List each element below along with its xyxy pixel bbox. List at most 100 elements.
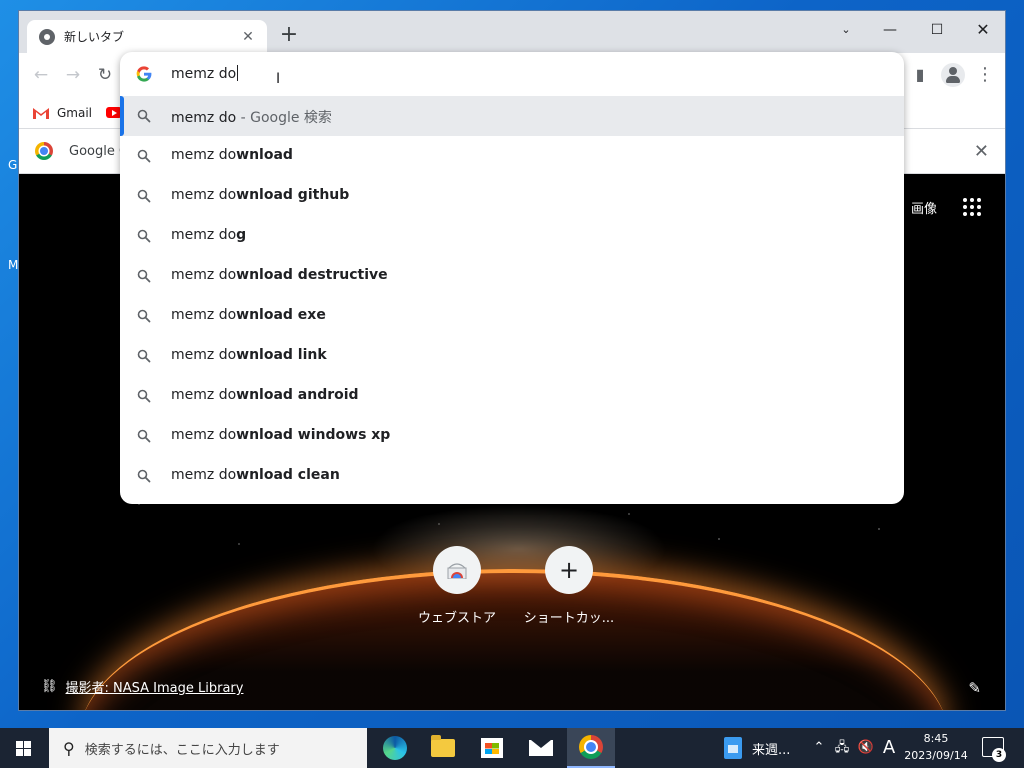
taskbar-file-explorer[interactable] [419, 728, 467, 768]
text-caret [237, 65, 239, 81]
gmail-icon [33, 107, 49, 119]
minimize-button[interactable]: — [875, 17, 905, 43]
news-icon [724, 737, 742, 759]
suggestion-completion: wnload [236, 147, 293, 163]
search-icon [137, 229, 151, 243]
search-icon [137, 429, 151, 443]
suggestion-item[interactable]: memz download [120, 136, 904, 176]
infobar-close-icon[interactable]: ✕ [974, 141, 989, 162]
omnibox-input[interactable]: memz do [171, 65, 239, 82]
shortcut-add[interactable]: + ショートカッ... [521, 546, 617, 626]
omnibox-dropdown: memz do I memz do - Google 検索 memz downlo… [120, 52, 904, 504]
search-icon [137, 269, 151, 283]
suggestion-item[interactable]: memz download github [120, 176, 904, 216]
suggestion-typed: memz do [171, 227, 237, 243]
suggestion-typed: memz do [171, 467, 237, 483]
ime-indicator[interactable]: A [880, 728, 898, 768]
maximize-button[interactable]: ☐ [922, 17, 952, 43]
reload-button[interactable]: ↻ [93, 63, 117, 87]
store-icon [481, 738, 503, 758]
omnibox-input-row[interactable]: memz do I [120, 52, 904, 96]
mouse-ibeam-cursor-icon: I [276, 71, 281, 87]
search-icon [137, 389, 151, 403]
suggestion-text: memz dog [171, 227, 246, 243]
images-link[interactable]: 画像 [911, 198, 937, 217]
news-widget[interactable]: 来週... [724, 728, 790, 768]
search-icon [137, 469, 151, 483]
suggestion-item[interactable]: memz download link [120, 336, 904, 376]
start-button[interactable] [0, 728, 48, 768]
suggestion-text: memz download clean [171, 467, 340, 483]
suggestion-completion: wnload destructive [236, 267, 388, 283]
suggestion-item[interactable]: memz download destructive [120, 256, 904, 296]
taskbar-chrome[interactable] [567, 728, 615, 768]
forward-button[interactable]: → [61, 63, 85, 87]
link-icon: ⛓ [41, 679, 58, 694]
suggestion-item[interactable]: memz download exe [120, 296, 904, 336]
suggestion-typed: memz do [171, 147, 237, 163]
suggestion-item[interactable]: memz do - Google 検索 [120, 96, 904, 136]
tab-close-icon[interactable]: ✕ [239, 29, 257, 45]
suggestion-item[interactable]: memz dog [120, 216, 904, 256]
notification-count-badge: 3 [992, 748, 1006, 762]
desktop-icon-label-fragment: G [8, 158, 18, 172]
suggestion-text: memz download exe [171, 307, 326, 323]
profile-avatar-icon[interactable] [941, 63, 965, 87]
suggestion-completion: g [236, 227, 247, 243]
close-window-button[interactable]: ✕ [968, 17, 998, 43]
suggestion-typed: memz do [171, 387, 237, 403]
more-menu-icon[interactable]: ⋮ [973, 63, 997, 87]
google-g-icon [136, 66, 152, 82]
suggestion-completion: wnload link [236, 347, 327, 363]
suggestion-text: memz download destructive [171, 267, 388, 283]
suggestion-description: - Google 検索 [236, 110, 332, 126]
add-shortcut-circle: + [545, 546, 593, 594]
suggestion-typed: memz do [171, 267, 237, 283]
shortcut-label: ショートカッ... [523, 611, 615, 626]
show-hidden-icons-chevron-icon[interactable]: ⌃ [810, 728, 828, 768]
chrome-icon [579, 735, 603, 759]
suggestion-list: memz do - Google 検索 memz download memz dow… [120, 96, 904, 496]
customize-pencil-icon[interactable]: ✎ [968, 679, 981, 697]
suggestion-item[interactable]: memz download clean [120, 456, 904, 496]
suggestion-item[interactable]: memz download windows xp [120, 416, 904, 456]
photo-credit-link[interactable]: 撮影者: NASA Image Library [66, 677, 244, 696]
folder-icon [431, 735, 455, 757]
bookmark-gmail[interactable]: Gmail [57, 106, 92, 120]
shortcut-webstore[interactable]: ウェブストア [409, 546, 505, 626]
back-button[interactable]: ← [29, 63, 53, 87]
taskbar-store[interactable] [468, 728, 516, 768]
suggestion-text: memz download windows xp [171, 427, 390, 443]
taskbar-edge[interactable] [371, 728, 419, 768]
suggestion-completion: wnload github [236, 187, 350, 203]
tab-search-icon[interactable]: ⌄ [831, 17, 861, 43]
search-icon: ⚲ [63, 738, 75, 758]
suggestion-text: memz download android [171, 387, 359, 403]
suggestion-completion: wnload clean [236, 467, 340, 483]
suggestion-item[interactable]: memz download android [120, 376, 904, 416]
taskbar-search-box[interactable]: ⚲ 検索するには、ここに入力します [49, 728, 367, 768]
google-apps-icon[interactable] [963, 198, 981, 216]
new-tab-button[interactable]: + [277, 24, 301, 48]
search-icon [137, 149, 151, 163]
suggestion-text: memz download link [171, 347, 327, 363]
chrome-favicon-icon [39, 28, 55, 45]
shortcut-label: ウェブストア [417, 611, 496, 626]
taskbar-mail[interactable] [517, 728, 565, 768]
suggestion-text: memz do - Google 検索 [171, 107, 332, 127]
webstore-shortcut-circle [433, 546, 481, 594]
volume-muted-icon[interactable]: 🔇 [856, 728, 876, 768]
edge-icon [383, 736, 407, 760]
suggestion-text: memz download github [171, 187, 349, 203]
suggestion-text: memz download [171, 147, 293, 163]
plus-icon: + [558, 556, 580, 584]
search-icon [137, 109, 151, 123]
photo-credit[interactable]: ⛓ 撮影者: NASA Image Library [41, 677, 243, 696]
suggestion-typed: memz do [171, 427, 237, 443]
side-panel-icon[interactable]: ▮ [908, 63, 932, 87]
tab-new-tab[interactable]: 新しいタブ ✕ [27, 20, 267, 53]
suggestion-completion: wnload windows xp [236, 427, 391, 443]
taskbar-clock[interactable]: 8:45 2023/09/14 [900, 730, 972, 764]
tab-title: 新しいタブ [64, 30, 125, 44]
network-icon[interactable]: 🖧 [832, 728, 852, 768]
